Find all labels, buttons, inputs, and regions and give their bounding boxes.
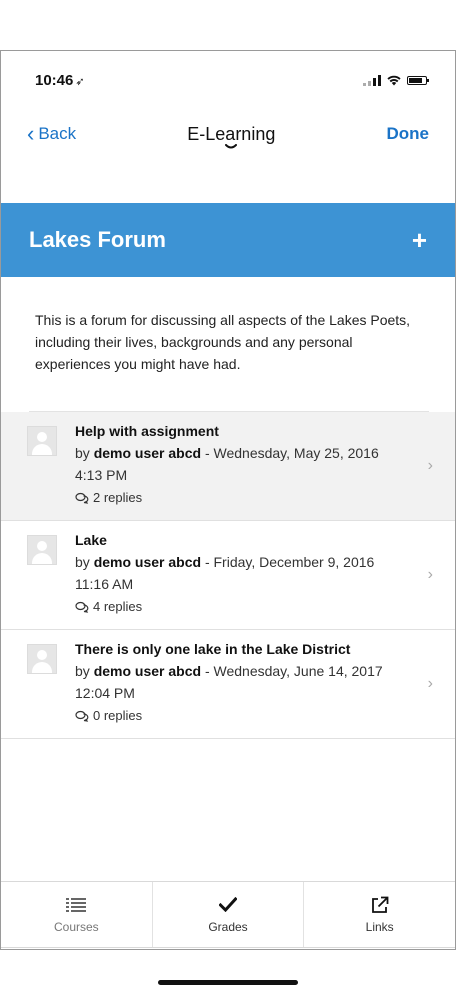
done-button[interactable]: Done: [387, 124, 430, 144]
back-label: Back: [38, 124, 77, 143]
by-text: by: [75, 554, 94, 570]
chevron-right-icon: ›: [427, 675, 433, 692]
list-icon: [66, 896, 87, 914]
discussion-subject: There is only one lake in the Lake Distr…: [75, 641, 351, 657]
tab-courses[interactable]: Courses: [1, 882, 153, 947]
forum-title: Lakes Forum: [29, 227, 166, 252]
top-gap: [0, 0, 458, 50]
chat-bubbles-icon: [75, 492, 89, 504]
forum-description: This is a forum for discussing all aspec…: [35, 312, 411, 372]
author-name: demo user abcd: [93, 554, 202, 570]
avatar: [27, 426, 57, 456]
nav-title-text: E-Learning: [187, 123, 276, 144]
external-link-icon: [371, 896, 389, 914]
chevron-down-icon: [225, 143, 238, 148]
discussion-row[interactable]: Lake by demo user abcd - Friday, Decembe…: [1, 521, 455, 630]
chevron-right-icon: ›: [427, 566, 433, 583]
discussion-list: Help with assignment by demo user abcd -…: [1, 412, 455, 739]
wifi-icon: [387, 75, 401, 86]
avatar: [27, 644, 57, 674]
author-name: demo user abcd: [93, 445, 202, 461]
tab-links[interactable]: Links: [304, 882, 455, 947]
signal-icon: [363, 74, 381, 86]
chevron-right-icon: ›: [427, 457, 433, 474]
replies-count: 2 replies: [75, 488, 405, 508]
by-text: by: [75, 663, 94, 679]
location-arrow-icon: ➶: [75, 75, 85, 88]
replies-count: 4 replies: [75, 597, 405, 617]
replies-text: 0 replies: [93, 708, 143, 723]
discussion-meta: by demo user abcd - Wednesday, June 14, …: [75, 660, 405, 704]
discussion-row[interactable]: There is only one lake in the Lake Distr…: [1, 630, 455, 739]
replies-text: 2 replies: [93, 490, 143, 505]
chat-bubbles-icon: [75, 601, 89, 613]
discussion-meta: by demo user abcd - Friday, December 9, …: [75, 551, 405, 595]
status-bar: 10:46 ➶: [1, 51, 455, 109]
phone-screen: 10:46 ➶ ‹ Back E-Learning Done Lakes Foru…: [0, 50, 456, 985]
back-button[interactable]: ‹ Back: [27, 123, 76, 145]
discussion-row[interactable]: Help with assignment by demo user abcd -…: [1, 412, 455, 521]
by-text: by: [75, 445, 94, 461]
discussion-meta: by demo user abcd - Wednesday, May 25, 2…: [75, 442, 405, 486]
forum-header: Lakes Forum +: [1, 203, 455, 277]
status-icons: [363, 74, 429, 86]
time-text: 10:46: [35, 71, 74, 89]
home-indicator-area: [1, 947, 455, 999]
discussion-subject: Help with assignment: [75, 423, 219, 439]
replies-count: 0 replies: [75, 706, 405, 726]
chat-bubbles-icon: [75, 710, 89, 722]
discussion-subject: Lake: [75, 532, 107, 548]
status-time: 10:46 ➶: [35, 72, 85, 89]
tab-label: Links: [365, 919, 394, 934]
tab-grades[interactable]: Grades: [153, 882, 305, 947]
avatar: [27, 535, 57, 565]
battery-icon: [407, 75, 429, 85]
author-name: demo user abcd: [93, 663, 202, 679]
tab-bar: Courses Grades Links: [1, 881, 455, 947]
replies-text: 4 replies: [93, 599, 143, 614]
checkmark-icon: [219, 896, 237, 914]
navigation-bar: ‹ Back E-Learning Done: [1, 111, 455, 157]
home-indicator[interactable]: [158, 980, 298, 985]
add-discussion-button[interactable]: +: [412, 227, 427, 253]
tab-label: Courses: [53, 919, 99, 934]
tab-label: Grades: [208, 919, 248, 934]
nav-title: E-Learning: [187, 123, 276, 148]
chevron-left-icon: ‹: [27, 121, 35, 146]
